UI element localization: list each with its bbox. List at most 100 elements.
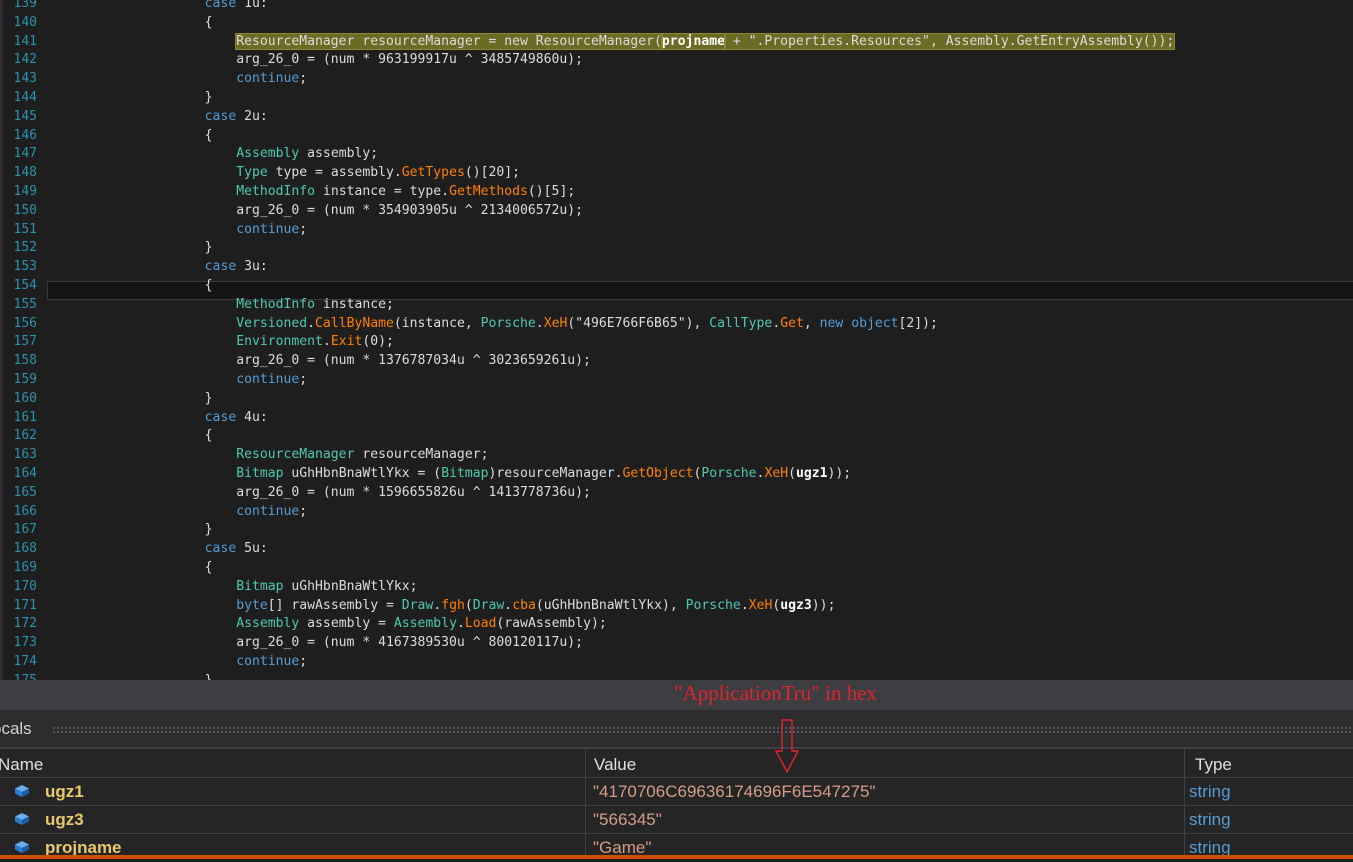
field-icon: [15, 841, 29, 853]
code-token: ;: [299, 503, 308, 519]
code-token: 1u:: [236, 0, 268, 11]
column-header-type[interactable]: Type: [1195, 755, 1232, 775]
code-token: {: [47, 560, 213, 575]
code-token: }: [47, 90, 213, 105]
line-number: 153: [13, 259, 37, 275]
locals-title: ocals: [0, 719, 32, 738]
code-token: continue: [236, 71, 300, 87]
code-token: (rawAssembly);: [496, 616, 607, 632]
code-text: arg_26_0 = (num * 354903905u ^ 213400657…: [47, 201, 583, 220]
code-token: (: [788, 466, 796, 481]
code-text: {: [47, 426, 213, 445]
code-token: arg_26_0 = (num * 4167389530u ^ 80012011…: [47, 635, 584, 651]
code-token: {: [47, 278, 213, 293]
line-number: 175: [0, 671, 37, 680]
line-number: 172: [13, 616, 37, 632]
locals-row[interactable]: ugz3 "566345" string: [0, 806, 1353, 834]
down-arrow-icon: [775, 719, 799, 773]
code-text: Type type = assembly.GetTypes()[20];: [47, 163, 520, 182]
code-token: continue: [236, 221, 300, 237]
code-text: ResourceManager resourceManager = new Re…: [47, 32, 1176, 51]
code-token: object: [851, 315, 899, 331]
code-text: }: [47, 671, 213, 680]
code-token: [2]);: [898, 315, 938, 331]
column-header-name[interactable]: Name: [0, 755, 43, 775]
code-text: }: [47, 520, 213, 539]
code-token: Bitmap: [236, 466, 284, 481]
column-header-value[interactable]: Value: [594, 755, 636, 775]
code-token: .: [740, 597, 749, 613]
code-text: continue;: [47, 502, 307, 521]
local-name: ugz3: [45, 810, 84, 829]
code-text: Bitmap uGhHbnBnaWtlYkx;: [47, 577, 418, 596]
local-type: string: [1189, 810, 1231, 829]
code-text: arg_26_0 = (num * 4167389530u ^ 80012011…: [47, 633, 583, 652]
code-token: (0);: [362, 334, 394, 350]
code-token: }: [47, 240, 213, 256]
code-token: MethodInfo: [236, 296, 316, 312]
line-number: 163: [13, 447, 37, 463]
code-token: ()[5];: [527, 184, 576, 199]
code-token: Porsche: [701, 466, 757, 481]
line-number: 164: [13, 466, 37, 481]
locals-title-bar[interactable]: ocals: [0, 710, 1353, 747]
code-text: arg_26_0 = (num * 1376787034u ^ 30236592…: [47, 351, 591, 370]
field-icon: [15, 785, 29, 797]
code-text: case 1u:: [47, 0, 268, 13]
code-token: arg_26_0 = (num * 963199917u ^ 348574986…: [47, 52, 584, 68]
code-token: Draw: [401, 597, 434, 613]
code-text: byte[] rawAssembly = Draw.fgh(Draw.cba(u…: [47, 596, 835, 615]
code-token: ;: [299, 372, 308, 387]
line-number: 152: [13, 240, 37, 256]
line-number: 156: [13, 315, 37, 331]
code-token: case: [204, 541, 237, 557]
code-token: fgh: [441, 597, 465, 613]
code-token: }: [47, 673, 213, 680]
code-token: ;: [299, 71, 308, 87]
line-number: 162: [13, 428, 37, 444]
code-token: uGhHbnBnaWtlYkx = (: [283, 466, 442, 481]
code-editor[interactable]: 139 case 1u: 140 {141 ResourceManager res…: [0, 0, 1353, 680]
code-token: uGhHbnBnaWtlYkx;: [283, 578, 418, 594]
code-token: }: [47, 522, 213, 538]
code-token: XeH: [748, 597, 773, 613]
code-token: Get: [780, 315, 804, 331]
code-text: MethodInfo instance = type.GetMethods()[…: [47, 182, 575, 201]
line-number: 143: [13, 71, 37, 87]
line-number: 155: [13, 296, 37, 312]
code-token: case: [204, 108, 237, 124]
code-text: continue;: [47, 370, 307, 389]
code-token: )resourceManager.: [488, 466, 623, 481]
code-token: {: [47, 14, 213, 30]
code-text: continue;: [47, 69, 307, 88]
code-token: (: [464, 597, 473, 613]
code-token: Draw: [472, 597, 505, 613]
code-text: case 5u:: [47, 539, 268, 558]
code-token: case: [204, 409, 237, 425]
line-number: 167: [13, 522, 37, 538]
line-number: 168: [13, 541, 37, 557]
code-token: .: [504, 597, 513, 613]
local-value[interactable]: "566345": [593, 810, 662, 830]
code-token: Type: [236, 165, 268, 181]
code-token: [] rawAssembly =: [267, 597, 402, 613]
local-value[interactable]: "4170706C69636174696F6E547275": [593, 782, 875, 802]
locals-row[interactable]: ugz1 "4170706C69636174696F6E547275" stri…: [0, 778, 1353, 806]
line-number: 145: [13, 108, 37, 124]
code-token: arg_26_0 = (num * 1596655826u ^ 14137787…: [47, 484, 591, 500]
code-token: {: [47, 127, 213, 143]
code-text: Environment.Exit(0);: [47, 332, 394, 351]
code-token: Assembly: [393, 616, 457, 632]
code-token: (instance,: [393, 315, 481, 331]
line-number: 147: [13, 146, 37, 162]
code-token: assembly;: [299, 146, 379, 162]
code-token: GetMethods: [449, 184, 528, 199]
code-token: arg_26_0 = (num * 354903905u ^ 213400657…: [47, 202, 584, 218]
